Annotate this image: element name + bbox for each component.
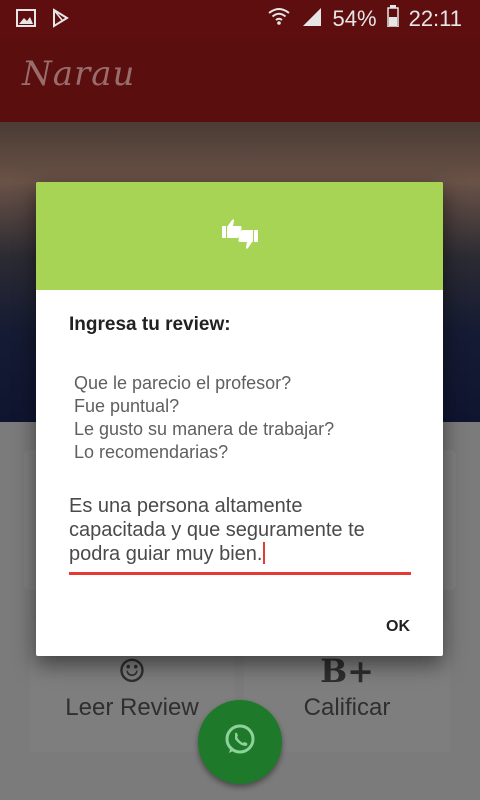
whatsapp-button[interactable] [198, 700, 282, 784]
review-input[interactable]: Es una persona altamente capacitada y qu… [69, 495, 411, 575]
clock: 22:11 [408, 6, 462, 31]
grade-icon: B+ [320, 652, 374, 690]
battery-icon [386, 5, 399, 33]
dialog-header [36, 182, 443, 290]
dialog-title: Ingresa tu review: [69, 314, 231, 335]
status-bar: 54% 22:11 [0, 0, 480, 38]
review-text-line: capacitada y que seguramente te [69, 518, 365, 541]
thumbs-up-down-icon [220, 214, 260, 258]
play-store-notification-icon [50, 8, 70, 32]
review-dialog: Ingresa tu review: Que le parecio el pro… [36, 182, 443, 656]
wifi-icon [267, 6, 291, 32]
text-cursor [263, 542, 266, 564]
review-text-line: Es una persona altamente [69, 495, 303, 517]
read-review-label: Leer Review [65, 694, 199, 721]
question-item: Fue puntual? [74, 396, 180, 416]
whatsapp-icon [220, 720, 260, 764]
app-logo: Narau [22, 54, 136, 94]
signal-icon [301, 6, 323, 32]
gallery-notification-icon [16, 8, 36, 32]
smiley-icon: ☺ [117, 652, 147, 690]
review-text-line: podra guiar muy bien. [69, 543, 263, 565]
ok-button[interactable]: OK [386, 618, 410, 636]
question-item: Le gusto su manera de trabajar? [74, 419, 335, 439]
battery-percent: 54% [332, 6, 377, 31]
question-item: Que le parecio el profesor? [74, 373, 292, 393]
app-bar: Narau [0, 38, 480, 122]
question-item: Lo recomendarias? [74, 442, 229, 462]
review-questions: Que le parecio el profesor? Fue puntual?… [74, 372, 334, 464]
